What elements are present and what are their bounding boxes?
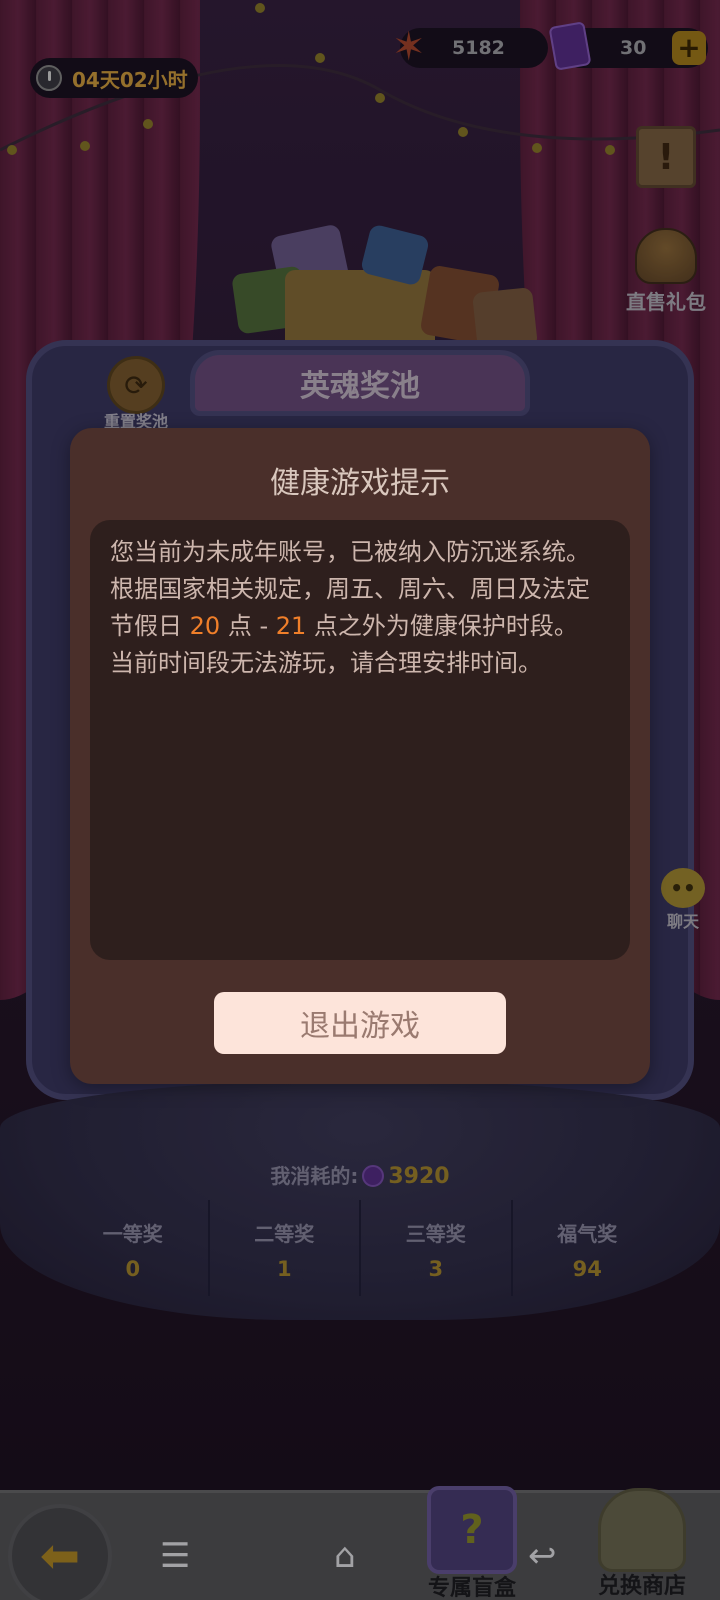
start-hour: 20 xyxy=(189,612,221,640)
health-notice-dialog: 健康游戏提示 您当前为未成年账号，已被纳入防沉迷系统。 根据国家相关规定，周五、… xyxy=(70,428,650,1084)
message-line: 根据国家相关规定，周五、周六、周日及法定 xyxy=(110,575,590,603)
dialog-title: 健康游戏提示 xyxy=(270,466,450,501)
dialog-message: 您当前为未成年账号，已被纳入防沉迷系统。 根据国家相关规定，周五、周六、周日及法… xyxy=(90,520,630,960)
message-text: 节假日 xyxy=(110,612,190,640)
end-hour: 21 xyxy=(275,612,307,640)
message-line: 您当前为未成年账号，已被纳入防沉迷系统。 xyxy=(110,538,590,566)
message-text: 点 - xyxy=(220,612,276,640)
message-text: 点之外为健康保护时段。 xyxy=(306,612,578,640)
message-line: 节假日 20 点 - 21 点之外为健康保护时段。 xyxy=(110,608,610,645)
message-line: 当前时间段无法游玩，请合理安排时间。 xyxy=(110,649,542,677)
exit-game-button[interactable]: 退出游戏 xyxy=(214,992,506,1054)
